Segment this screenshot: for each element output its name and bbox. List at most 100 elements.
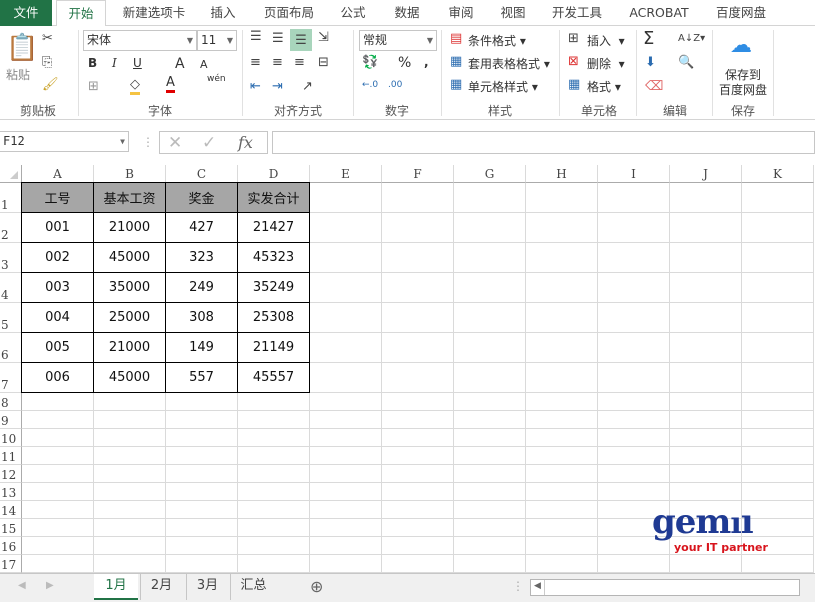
new-sheet-icon[interactable]: ⊕ [310,577,323,596]
cell[interactable] [382,465,454,483]
cell[interactable] [238,537,310,555]
cell[interactable] [454,429,526,447]
cell[interactable] [598,303,670,333]
cell[interactable] [454,555,526,573]
table-cell[interactable]: 45000 [93,362,166,393]
column-header-B[interactable]: B [94,165,166,183]
cell[interactable] [310,303,382,333]
cell[interactable] [742,465,814,483]
row-header-16[interactable]: 16 [0,537,22,555]
column-header-J[interactable]: J [670,165,742,183]
cell[interactable] [454,465,526,483]
cell[interactable] [742,429,814,447]
cell[interactable] [598,333,670,363]
cell[interactable] [310,429,382,447]
cell[interactable] [670,483,742,501]
cell[interactable] [238,555,310,573]
column-header-G[interactable]: G [454,165,526,183]
table-cell[interactable]: 149 [165,332,238,363]
cell[interactable] [742,411,814,429]
table-cell[interactable]: 308 [165,302,238,333]
italic-button[interactable]: I [112,56,117,70]
cell[interactable] [598,363,670,393]
cell[interactable] [94,411,166,429]
tab-view[interactable]: 视图 [490,0,536,26]
table-cell[interactable]: 21149 [237,332,310,363]
table-cell[interactable]: 21000 [93,212,166,243]
cell[interactable] [166,393,238,411]
align-top-icon[interactable]: ☰ [250,30,262,44]
tab-baidu[interactable]: 百度网盘 [710,0,772,26]
scroll-tabs-right-icon[interactable]: ▶ [46,580,54,591]
cell[interactable] [382,429,454,447]
tab-new[interactable]: 新建选项卡 [112,0,196,26]
cell[interactable] [94,429,166,447]
sheet-tab-1[interactable]: 1月 [94,574,138,600]
cell[interactable] [454,273,526,303]
column-header-F[interactable]: F [382,165,454,183]
splitter-grip[interactable]: ⋮ [512,579,524,593]
cell[interactable] [526,483,598,501]
cell[interactable] [238,429,310,447]
cell[interactable] [454,411,526,429]
cell[interactable] [598,183,670,213]
cell[interactable] [382,273,454,303]
column-header-H[interactable]: H [526,165,598,183]
cell[interactable] [454,537,526,555]
cell[interactable] [598,243,670,273]
grow-font-button[interactable]: A [175,56,185,72]
enter-icon[interactable]: ✓ [202,133,216,153]
table-header-cell[interactable]: 实发合计 [237,182,310,213]
cell[interactable] [526,537,598,555]
cell[interactable] [310,411,382,429]
align-bottom-icon[interactable]: ☰ [290,29,312,51]
cell[interactable] [310,183,382,213]
cell[interactable] [454,483,526,501]
phonetic-button[interactable]: wén [207,74,226,84]
table-cell[interactable]: 006 [21,362,94,393]
table-cell[interactable]: 25308 [237,302,310,333]
cell[interactable] [526,333,598,363]
cell[interactable] [670,183,742,213]
font-size-select[interactable]: 11 ▼ [197,30,237,51]
cell[interactable] [238,483,310,501]
cell[interactable] [526,303,598,333]
cell[interactable] [166,501,238,519]
cell[interactable] [526,393,598,411]
row-header-13[interactable]: 13 [0,483,22,501]
paste-button[interactable]: 粘贴 [6,66,30,83]
format-cells-button[interactable]: 格式 ▾ [587,78,621,95]
row-header-4[interactable]: 4 [0,273,22,303]
cell[interactable] [382,537,454,555]
select-all-button[interactable] [0,165,22,183]
cell-styles-button[interactable]: 单元格样式 ▾ [468,78,538,95]
cell[interactable] [454,213,526,243]
row-header-5[interactable]: 5 [0,303,22,333]
cell[interactable] [310,447,382,465]
cell[interactable] [382,393,454,411]
tab-page-layout[interactable]: 页面布局 [256,0,322,26]
cell[interactable] [454,519,526,537]
cell[interactable] [526,555,598,573]
horizontal-scrollbar[interactable]: ◀ [530,579,800,596]
align-left-icon[interactable]: ≡ [250,56,261,70]
table-cell[interactable]: 249 [165,272,238,303]
borders-icon[interactable]: ⊞ [88,80,99,94]
cell[interactable] [22,555,94,573]
table-cell[interactable]: 35249 [237,272,310,303]
cell[interactable] [94,465,166,483]
row-header-10[interactable]: 10 [0,429,22,447]
row-header-11[interactable]: 11 [0,447,22,465]
align-center-icon[interactable]: ≡ [272,56,283,70]
paste-icon[interactable]: 📋 [6,34,38,62]
scroll-tabs-left-icon[interactable]: ◀ [18,580,26,591]
row-header-1[interactable]: 1 [0,183,22,213]
shrink-font-button[interactable]: A [200,58,208,71]
cell[interactable] [166,429,238,447]
cell[interactable] [742,447,814,465]
cell[interactable] [310,363,382,393]
cell[interactable] [22,483,94,501]
cell[interactable] [670,447,742,465]
cell[interactable] [166,519,238,537]
cell[interactable] [454,333,526,363]
